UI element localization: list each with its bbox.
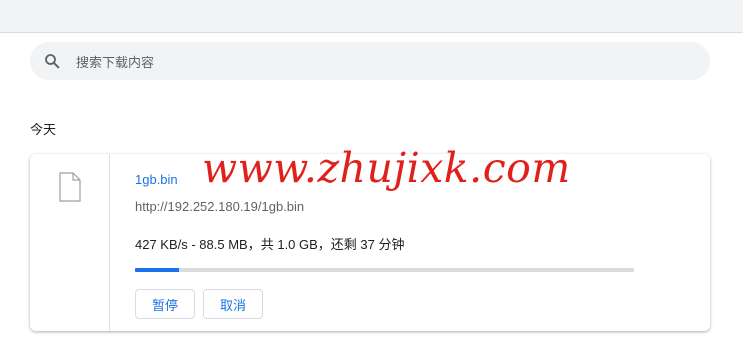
file-name-link[interactable]: 1gb.bin — [135, 172, 178, 187]
date-header: 今天 — [30, 122, 57, 137]
watermark-text: www.zhujixk.com — [202, 144, 571, 192]
search-icon — [42, 51, 62, 71]
progress-bar-fill — [135, 268, 180, 272]
search-input[interactable]: 搜索下载内容 — [76, 52, 154, 71]
progress-bar — [135, 268, 634, 272]
top-toolbar — [0, 0, 743, 33]
file-icon — [58, 172, 82, 207]
source-url[interactable]: http://192.252.180.19/1gb.bin — [135, 199, 304, 214]
search-bar[interactable]: 搜索下载内容 — [30, 42, 710, 80]
download-status: 427 KB/s - 88.5 MB，共 1.0 GB，还剩 37 分钟 — [135, 237, 405, 252]
file-icon-column — [30, 154, 110, 331]
cancel-button[interactable]: 取消 — [203, 289, 263, 319]
pause-button[interactable]: 暂停 — [135, 289, 195, 319]
